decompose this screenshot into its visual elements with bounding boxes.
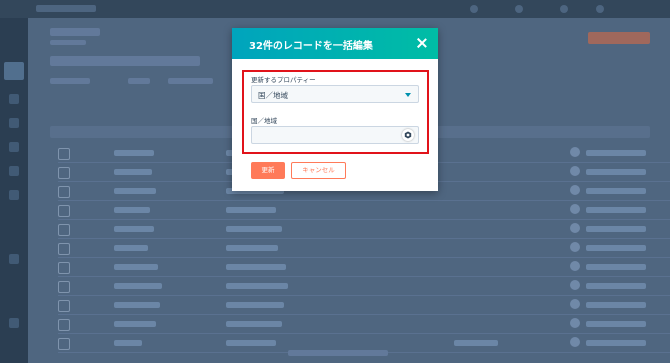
sidebar-item [9, 118, 19, 128]
search-input [50, 56, 200, 66]
caret-down-icon [405, 93, 411, 97]
sidebar-item [9, 142, 19, 152]
property-select-value: 国／地域 [258, 91, 288, 100]
page-title [50, 28, 100, 36]
close-icon[interactable] [416, 37, 428, 49]
sidebar-item [9, 318, 19, 328]
sidebar-item [9, 94, 19, 104]
sidebar-item [9, 190, 19, 200]
country-region-input[interactable] [251, 126, 419, 144]
page-subtitle [50, 40, 86, 45]
settings-icon [560, 5, 568, 13]
property-select[interactable]: 国／地域 [251, 85, 419, 103]
avatar [596, 5, 604, 13]
notification-icon [470, 5, 478, 13]
sidebar-item [9, 166, 19, 176]
bulk-edit-dialog: 32件のレコードを一括編集 更新するプロパティー 国／地域 国／地域 更新 キャ… [232, 28, 438, 191]
app-logo [36, 5, 96, 12]
table-row [58, 258, 670, 277]
cancel-button[interactable]: キャンセル [291, 162, 346, 179]
dialog-header: 32件のレコードを一括編集 [232, 28, 438, 59]
field-label: 国／地域 [251, 117, 277, 125]
dialog-title: 32件のレコードを一括編集 [249, 41, 373, 52]
left-sidebar [0, 18, 28, 363]
action-link [168, 78, 213, 84]
update-button[interactable]: 更新 [251, 162, 285, 179]
property-label: 更新するプロパティー [251, 76, 316, 84]
help-icon [515, 5, 523, 13]
table-row [58, 201, 670, 220]
table-row [58, 220, 670, 239]
top-navigation-bar [0, 0, 670, 18]
hubspot-badge-icon[interactable] [402, 129, 414, 141]
action-link [50, 78, 90, 84]
sidebar-item-contacts [4, 62, 24, 80]
table-row [58, 296, 670, 315]
action-link [128, 78, 150, 84]
table-row [58, 315, 670, 334]
table-row [58, 277, 670, 296]
pagination [288, 350, 388, 356]
table-row [58, 239, 670, 258]
create-button [588, 32, 650, 44]
sidebar-item [9, 254, 19, 264]
